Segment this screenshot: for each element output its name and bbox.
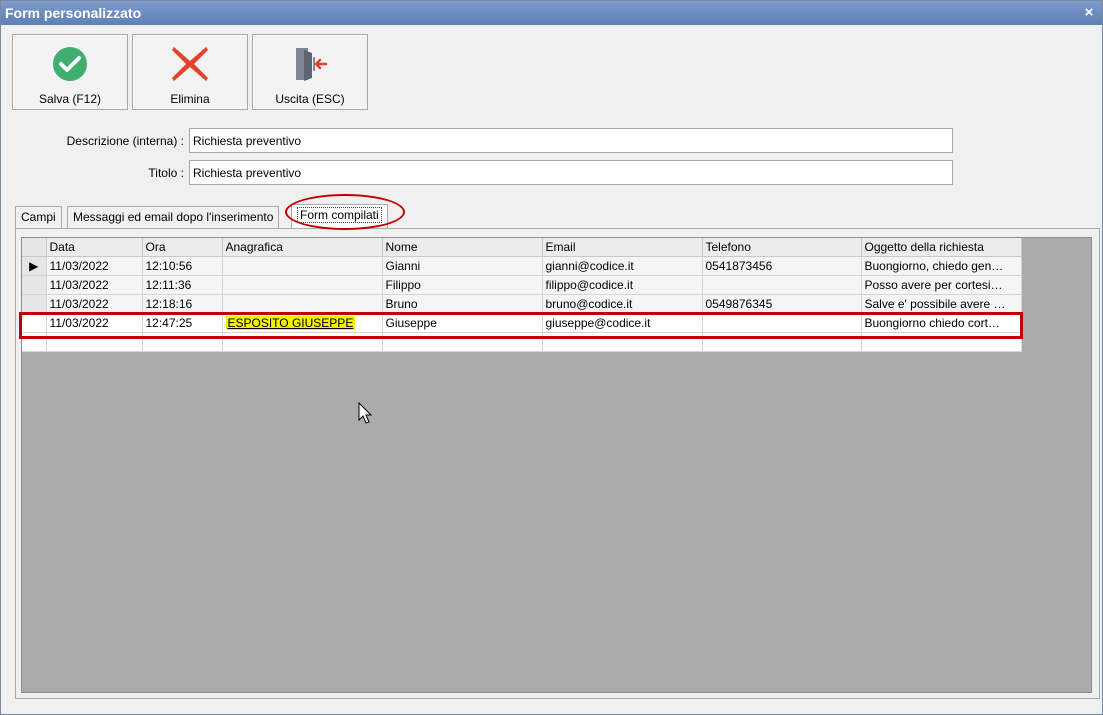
cell[interactable]: 12:11:36 <box>142 275 223 295</box>
column-header[interactable]: Email <box>542 238 703 257</box>
exit-label: Uscita (ESC) <box>275 92 345 106</box>
cell[interactable] <box>222 294 383 314</box>
titolo-input[interactable] <box>189 160 953 185</box>
column-header[interactable]: Anagrafica <box>222 238 383 257</box>
cell[interactable]: giuseppe@codice.it <box>542 313 703 333</box>
title-bar: Form personalizzato × <box>1 1 1102 25</box>
table-row[interactable]: 11/03/2022 12:18:16 Bruno bruno@codice.i… <box>22 294 1022 314</box>
header-indicator <box>22 238 47 257</box>
cell[interactable] <box>542 332 703 352</box>
cell[interactable] <box>702 313 862 333</box>
cell[interactable]: Buongiorno chiedo cort… <box>861 313 1022 333</box>
titolo-label: Titolo : <box>148 166 184 180</box>
cell[interactable]: Salve e' possibile avere … <box>861 294 1022 314</box>
cell[interactable] <box>222 332 383 352</box>
cell[interactable] <box>861 332 1022 352</box>
header-row: Data Ora Anagrafica Nome Email Telefono … <box>22 238 1022 257</box>
data-grid[interactable]: Data Ora Anagrafica Nome Email Telefono … <box>21 237 1092 693</box>
row-indicator <box>22 275 47 295</box>
new-row[interactable] <box>22 332 1022 352</box>
tab-campi[interactable]: Campi <box>15 206 62 228</box>
cell[interactable] <box>702 275 862 295</box>
form-window: Form personalizzato × Salva (F12) Elimin… <box>0 0 1103 715</box>
cell[interactable]: Giuseppe <box>382 313 543 333</box>
delete-x-icon <box>172 47 208 81</box>
column-header[interactable]: Ora <box>142 238 223 257</box>
cell[interactable]: Buongiorno, chiedo gen… <box>861 256 1022 276</box>
tab-messaggi[interactable]: Messaggi ed email dopo l'inserimento <box>67 206 280 228</box>
anagrafica-link[interactable]: ESPOSITO GIUSEPPE <box>225 316 356 330</box>
table-row[interactable]: ▶ 11/03/2022 12:10:56 Gianni gianni@codi… <box>22 256 1022 276</box>
cell[interactable] <box>222 275 383 295</box>
cell[interactable]: Gianni <box>382 256 543 276</box>
window-title: Form personalizzato <box>5 5 142 21</box>
descrizione-input[interactable] <box>189 128 953 153</box>
tab-form-compilati-label: Form compilati <box>297 207 382 223</box>
tab-form-compilati[interactable]: Form compilati <box>291 204 388 229</box>
delete-button[interactable]: Elimina <box>132 34 248 110</box>
cell[interactable]: 11/03/2022 <box>46 294 143 314</box>
save-label: Salva (F12) <box>38 92 102 106</box>
cell[interactable]: 12:18:16 <box>142 294 223 314</box>
exit-door-icon <box>296 48 328 81</box>
table-row[interactable]: 11/03/2022 12:11:36 Filippo filippo@codi… <box>22 275 1022 295</box>
cell[interactable]: gianni@codice.it <box>542 256 703 276</box>
cell[interactable] <box>222 256 383 276</box>
cell[interactable]: Filippo <box>382 275 543 295</box>
cell[interactable] <box>382 332 543 352</box>
descrizione-label: Descrizione (interna) : <box>66 134 184 148</box>
cell[interactable]: 12:47:25 <box>142 313 223 333</box>
cell[interactable]: Posso avere per cortesi… <box>861 275 1022 295</box>
column-header[interactable]: Nome <box>382 238 543 257</box>
cell[interactable]: 12:10:56 <box>142 256 223 276</box>
check-icon <box>53 47 87 81</box>
cell[interactable] <box>46 332 143 352</box>
cell[interactable]: 11/03/2022 <box>46 256 143 276</box>
row-indicator <box>22 294 47 314</box>
mouse-pointer-icon <box>358 402 373 424</box>
cell[interactable] <box>142 332 223 352</box>
cell[interactable]: Bruno <box>382 294 543 314</box>
current-row-marker: ▶ <box>22 256 47 276</box>
cell[interactable]: 11/03/2022 <box>46 313 143 333</box>
cell[interactable]: 0541873456 <box>702 256 862 276</box>
save-button[interactable]: Salva (F12) <box>12 34 128 110</box>
column-header[interactable]: Oggetto della richiesta <box>861 238 1022 257</box>
cell-anagrafica[interactable]: ESPOSITO GIUSEPPE <box>222 313 383 333</box>
row-indicator <box>22 332 47 352</box>
cell[interactable]: 0549876345 <box>702 294 862 314</box>
results-table: Data Ora Anagrafica Nome Email Telefono … <box>22 238 1022 352</box>
table-row[interactable]: 11/03/2022 12:47:25 ESPOSITO GIUSEPPE Gi… <box>22 313 1022 333</box>
exit-button[interactable]: Uscita (ESC) <box>252 34 368 110</box>
cell[interactable]: filippo@codice.it <box>542 275 703 295</box>
row-indicator <box>22 313 47 333</box>
cell[interactable] <box>702 332 862 352</box>
column-header[interactable]: Data <box>46 238 143 257</box>
cell[interactable]: bruno@codice.it <box>542 294 703 314</box>
delete-label: Elimina <box>170 92 210 106</box>
cell[interactable]: 11/03/2022 <box>46 275 143 295</box>
close-icon[interactable]: × <box>1082 1 1096 25</box>
column-header[interactable]: Telefono <box>702 238 862 257</box>
